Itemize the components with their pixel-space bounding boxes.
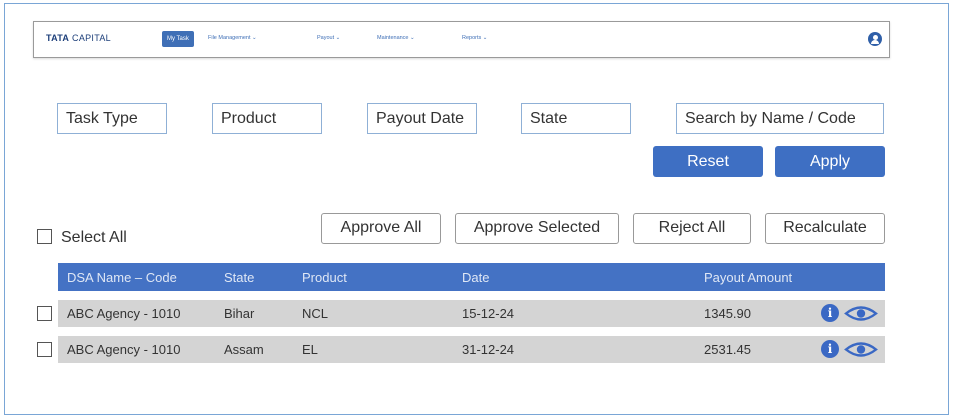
info-icon[interactable]: i [821, 340, 839, 358]
cell-date: 15-12-24 [462, 306, 515, 321]
column-header-state[interactable]: State [224, 270, 254, 285]
product-filter[interactable]: Product [212, 103, 322, 134]
table-row: ABC Agency - 1010 Bihar NCL 15-12-24 134… [58, 300, 885, 327]
payout-date-filter[interactable]: Payout Date [367, 103, 477, 134]
info-icon[interactable]: i [821, 304, 839, 322]
apply-button[interactable]: Apply [775, 146, 885, 177]
cell-dsa: ABC Agency - 1010 [67, 306, 181, 321]
task-type-filter[interactable]: Task Type [57, 103, 167, 134]
cell-payout-amount: 1345.90 [704, 306, 751, 321]
column-header-product[interactable]: Product [302, 270, 347, 285]
cell-product: NCL [302, 306, 329, 321]
cell-date: 31-12-24 [462, 342, 515, 357]
cell-payout-amount: 2531.45 [704, 342, 751, 357]
search-input[interactable]: Search by Name / Code [676, 103, 884, 134]
column-header-dsa[interactable]: DSA Name – Code [67, 270, 177, 285]
nav-item-payout[interactable]: Payout ⌄ [317, 35, 340, 41]
select-all-label: Select All [61, 229, 127, 246]
state-filter[interactable]: State [521, 103, 631, 134]
select-all-checkbox[interactable] [37, 229, 52, 244]
row-checkbox[interactable] [37, 342, 52, 357]
nav-item-reports[interactable]: Reports ⌄ [462, 35, 487, 41]
reset-button[interactable]: Reset [653, 146, 763, 177]
cell-dsa: ABC Agency - 1010 [67, 342, 181, 357]
cell-state: Bihar [224, 306, 255, 321]
nav-item-maintenance[interactable]: Maintenance ⌄ [377, 35, 415, 41]
tata-capital-logo[interactable]: TATA CAPITAL [46, 33, 111, 43]
column-header-date[interactable]: Date [462, 270, 489, 285]
top-navbar: TATA CAPITAL My Task File Management ⌄ P… [33, 21, 890, 58]
reject-all-button[interactable]: Reject All [633, 213, 751, 244]
nav-item-file-management[interactable]: File Management ⌄ [208, 35, 257, 41]
eye-icon[interactable] [844, 304, 878, 323]
cell-product: EL [302, 342, 318, 357]
column-header-payout-amount[interactable]: Payout Amount [704, 270, 792, 285]
eye-icon[interactable] [844, 340, 878, 359]
cell-state: Assam [224, 342, 264, 357]
table-header: DSA Name – Code State Product Date Payou… [58, 263, 885, 291]
recalculate-button[interactable]: Recalculate [765, 213, 885, 244]
approve-selected-button[interactable]: Approve Selected [455, 213, 619, 244]
row-checkbox[interactable] [37, 306, 52, 321]
approve-all-button[interactable]: Approve All [321, 213, 441, 244]
nav-item-my-task[interactable]: My Task [162, 31, 194, 47]
user-avatar-icon[interactable] [868, 32, 882, 46]
table-row: ABC Agency - 1010 Assam EL 31-12-24 2531… [58, 336, 885, 363]
